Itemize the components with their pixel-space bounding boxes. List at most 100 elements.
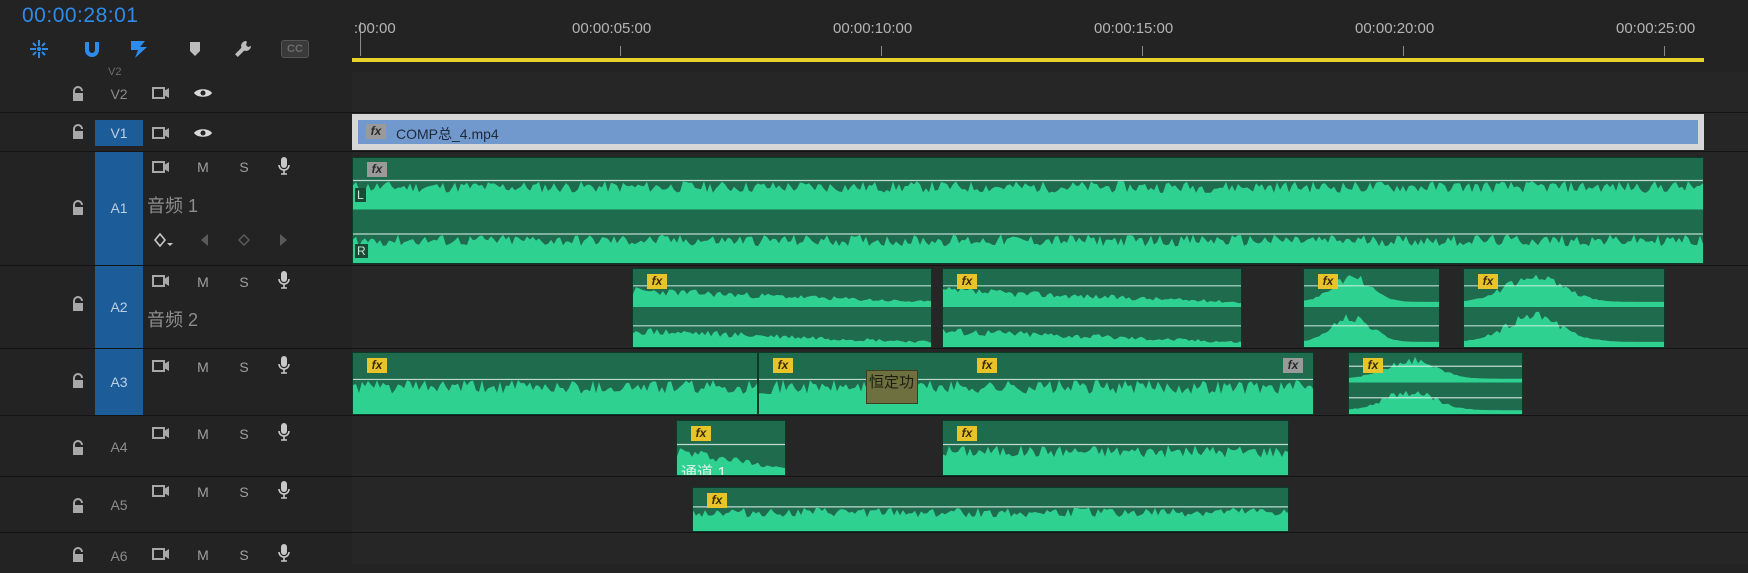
track-header-a5: A5 M S — [0, 477, 352, 533]
track-lane-v2[interactable] — [352, 72, 1748, 113]
wrench-settings-icon[interactable] — [228, 36, 258, 62]
audio-clip[interactable]: fx fx fx — [758, 352, 1314, 415]
add-keyframe-icon[interactable] — [233, 231, 255, 249]
solo-button[interactable]: S — [233, 273, 255, 291]
track-name-a5[interactable]: A5 — [95, 494, 143, 516]
toggle-sync-lock-icon[interactable] — [150, 84, 172, 102]
crossfade-transition[interactable]: 恒定功 — [866, 370, 918, 404]
microphone-voiceover-icon[interactable] — [273, 423, 295, 441]
fx-badge[interactable]: fx — [1478, 274, 1498, 289]
microphone-voiceover-icon[interactable] — [273, 157, 295, 175]
lock-icon[interactable] — [70, 296, 86, 312]
linked-selection-icon[interactable] — [125, 36, 155, 62]
insert-overwrite-icon[interactable] — [24, 36, 54, 62]
eye-visibility-icon[interactable] — [192, 124, 214, 142]
next-keyframe-icon[interactable] — [273, 231, 295, 249]
fx-badge[interactable]: fx — [691, 426, 711, 441]
snap-magnet-icon[interactable] — [77, 36, 107, 62]
ruler-label: 00:00:25:00 — [1616, 20, 1696, 37]
mute-button[interactable]: M — [192, 273, 214, 291]
track-name-a1[interactable]: A1 — [95, 152, 143, 265]
lock-icon[interactable] — [70, 547, 86, 563]
lock-icon[interactable] — [70, 498, 86, 514]
track-name-v1[interactable]: V1 — [95, 120, 143, 146]
toggle-sync-lock-icon[interactable] — [150, 424, 172, 442]
microphone-voiceover-icon[interactable] — [273, 356, 295, 374]
audio-clip[interactable]: fx — [1463, 268, 1665, 348]
waveform-shape — [943, 287, 1241, 307]
track-name-a2[interactable]: A2 — [95, 266, 143, 348]
waveform-shape — [353, 181, 1703, 210]
previous-keyframe-icon[interactable] — [193, 231, 215, 249]
audio-clip[interactable]: fx — [632, 268, 932, 348]
channel-label-right: R — [355, 244, 368, 258]
fx-badge[interactable]: fx — [1318, 274, 1338, 289]
ruler-tick — [881, 46, 882, 56]
lock-icon[interactable] — [70, 86, 86, 102]
fx-badge[interactable]: fx — [1283, 358, 1303, 373]
microphone-voiceover-icon[interactable] — [273, 271, 295, 289]
mute-button[interactable]: M — [192, 425, 214, 443]
ruler-label: 00:00:15:00 — [1094, 20, 1174, 37]
toggle-sync-lock-icon[interactable] — [150, 545, 172, 563]
mute-button[interactable]: M — [192, 358, 214, 376]
fx-badge[interactable]: fx — [367, 162, 387, 177]
ruler-label: 00:00:05:00 — [572, 20, 652, 37]
solo-button[interactable]: S — [233, 483, 255, 501]
playhead-timecode[interactable]: 00:00:28:01 — [22, 4, 138, 28]
fx-badge[interactable]: fx — [647, 274, 667, 289]
fx-badge[interactable]: fx — [366, 124, 386, 139]
mute-button[interactable]: M — [192, 483, 214, 501]
audio-clip[interactable]: fx L R — [352, 157, 1704, 264]
solo-button[interactable]: S — [233, 425, 255, 443]
track-name-v2[interactable]: V2 — [95, 84, 143, 104]
captions-cc-icon[interactable]: CC — [280, 36, 310, 62]
track-header-a6: A6 M S — [0, 533, 352, 573]
keyframe-options-icon[interactable] — [152, 231, 174, 249]
track-name-a4[interactable]: A4 — [95, 436, 143, 458]
fx-badge[interactable]: fx — [957, 426, 977, 441]
audio-clip[interactable]: fx — [352, 352, 758, 415]
toggle-sync-lock-icon[interactable] — [150, 272, 172, 290]
fx-badge[interactable]: fx — [957, 274, 977, 289]
lock-icon[interactable] — [70, 124, 86, 140]
toggle-sync-lock-icon[interactable] — [150, 482, 172, 500]
audio-clip[interactable]: fx — [942, 268, 1242, 348]
video-clip[interactable]: fx COMP总_4.mp4 — [352, 114, 1704, 150]
toggle-sync-lock-icon[interactable] — [150, 124, 172, 142]
audio-clip[interactable]: fx 通道 1 — [676, 420, 786, 476]
fx-badge[interactable]: fx — [367, 358, 387, 373]
fx-badge[interactable]: fx — [1363, 358, 1383, 373]
solo-button[interactable]: S — [233, 158, 255, 176]
fx-badge[interactable]: fx — [977, 358, 997, 373]
ruler-tick — [1142, 46, 1143, 56]
toggle-sync-lock-icon[interactable] — [150, 158, 172, 176]
audio-clip[interactable]: fx — [692, 487, 1289, 532]
microphone-voiceover-icon[interactable] — [273, 544, 295, 562]
waveform-shape — [943, 328, 1241, 347]
lock-icon[interactable] — [70, 373, 86, 389]
fx-badge[interactable]: fx — [773, 358, 793, 373]
track-label-a1: 音频 1 — [147, 196, 199, 216]
track-lane-a6[interactable] — [352, 533, 1748, 564]
fx-badge[interactable]: fx — [707, 493, 727, 508]
mute-button[interactable]: M — [192, 546, 214, 564]
eye-visibility-icon[interactable] — [192, 84, 214, 102]
work-area-bar[interactable] — [352, 58, 1704, 62]
audio-clip[interactable]: fx — [1348, 352, 1523, 415]
solo-button[interactable]: S — [233, 358, 255, 376]
lock-icon[interactable] — [70, 440, 86, 456]
mute-button[interactable]: M — [192, 158, 214, 176]
toggle-sync-lock-icon[interactable] — [150, 357, 172, 375]
audio-clip[interactable]: fx — [942, 420, 1289, 476]
track-name-a3[interactable]: A3 — [95, 349, 143, 415]
waveform-shape — [353, 380, 757, 414]
track-label-a2: 音频 2 — [147, 310, 199, 330]
audio-clip[interactable]: fx — [1303, 268, 1440, 348]
waveform-shape — [693, 507, 1288, 531]
add-marker-icon[interactable] — [180, 36, 210, 62]
microphone-voiceover-icon[interactable] — [273, 481, 295, 499]
waveform-shape — [1349, 390, 1522, 414]
solo-button[interactable]: S — [233, 546, 255, 564]
lock-icon[interactable] — [70, 200, 86, 216]
